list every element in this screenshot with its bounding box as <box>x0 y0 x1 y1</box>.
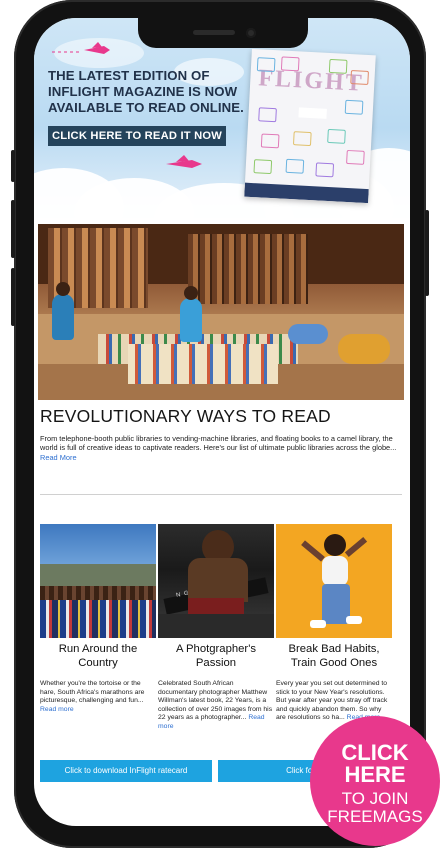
card-body-text: Whether you're the tortoise or the hare,… <box>40 680 145 705</box>
read-now-button[interactable]: CLICK HERE TO READ IT NOW <box>48 126 226 146</box>
hero-headline: THE LATEST EDITION OF INFLIGHT MAGAZINE … <box>48 68 248 116</box>
phone-screen: THE LATEST EDITION OF INFLIGHT MAGAZINE … <box>34 18 410 826</box>
badge-line: CLICK <box>341 740 409 765</box>
pink-plane-icon <box>166 155 202 168</box>
volume-down-button <box>11 268 15 326</box>
volume-up-button <box>11 200 15 258</box>
feature-title[interactable]: REVOLUTIONARY WAYS TO READ <box>40 406 331 427</box>
jumping-woman-photo[interactable] <box>276 524 392 638</box>
notch <box>138 18 308 48</box>
mute-switch <box>11 150 15 182</box>
download-ratecard-button[interactable]: Click to download InFlight ratecard <box>40 760 212 782</box>
badge-line: FREEMAGS <box>327 807 423 826</box>
card-title[interactable]: Break Bad Habits, Train Good Ones <box>276 642 392 670</box>
marathon-photo[interactable] <box>40 524 156 638</box>
divider <box>40 494 402 495</box>
card-title[interactable]: Run Around the Country <box>40 642 156 670</box>
badge-line: HERE <box>344 762 406 787</box>
hero-headline-line: AVAILABLE TO READ ONLINE. <box>48 100 244 115</box>
badge-line: TO JOIN <box>341 789 409 808</box>
join-freemags-badge[interactable]: CLICK HERE TO JOIN FREEMAGS <box>310 716 440 846</box>
pink-plane-icon <box>52 42 110 54</box>
feature-body: From telephone-booth public libraries to… <box>40 434 404 462</box>
card-body: Whether you're the tortoise or the hare,… <box>40 680 156 714</box>
read-more-link[interactable]: Read More <box>40 453 77 462</box>
card-body: Celebrated South African documentary pho… <box>158 680 274 732</box>
library-photo[interactable] <box>38 224 404 400</box>
feature-body-text: From telephone-booth public libraries to… <box>40 434 397 453</box>
hero-headline-line: THE LATEST EDITION OF <box>48 68 210 83</box>
magazine-cover[interactable]: FLIGHT <box>244 48 376 204</box>
speaker <box>193 30 235 35</box>
camera <box>246 28 256 38</box>
power-button <box>425 210 429 296</box>
hero-banner[interactable]: THE LATEST EDITION OF INFLIGHT MAGAZINE … <box>34 18 410 218</box>
card-title[interactable]: A Photgrapher's Passion <box>158 642 274 670</box>
read-more-link[interactable]: Read more <box>40 706 74 713</box>
hero-headline-line: INFLIGHT MAGAZINE IS NOW <box>48 84 238 99</box>
photographer-photo[interactable]: N G E R <box>158 524 274 638</box>
